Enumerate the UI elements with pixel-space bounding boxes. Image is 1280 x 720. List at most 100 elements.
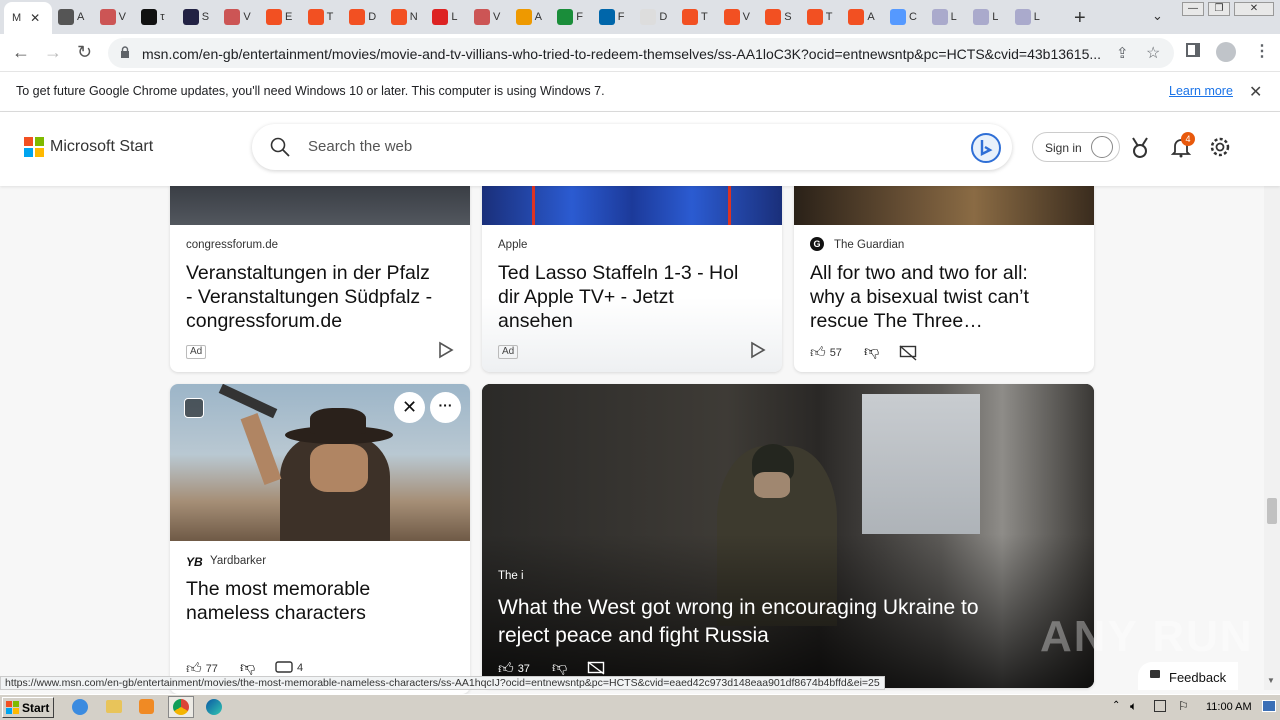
bookmark-star-icon[interactable]: ☆ [1146,43,1160,63]
action-center-flag-icon[interactable]: ⚐ [1178,699,1189,713]
background-tab[interactable]: T [307,4,334,30]
background-tab[interactable]: N [390,4,418,30]
sign-in-button[interactable]: Sign in [1032,132,1120,162]
chrome-taskbar-button[interactable] [168,696,194,718]
profile-avatar-icon[interactable] [1216,42,1236,62]
like-button[interactable]: 👍︎ 57 [810,344,842,362]
tab-favicon-icon [598,9,615,25]
comments-disabled-icon[interactable] [899,345,917,361]
internet-explorer-icon[interactable] [72,699,88,715]
feedback-button[interactable]: Feedback [1138,662,1238,690]
window-restore-button[interactable]: ❐ [1208,2,1230,16]
show-desktop-icon[interactable] [1262,700,1276,712]
background-tab[interactable]: S [182,4,209,30]
media-player-icon[interactable] [139,699,154,714]
tab-label: L [992,11,999,23]
dismiss-close-icon[interactable]: ✕ [394,392,425,423]
back-arrow-icon[interactable]: ← [12,42,30,63]
background-tab[interactable]: A [848,4,875,30]
news-card-nameless-characters[interactable]: ✕ ··· YB Yardbarker The most memorable na… [170,384,470,694]
settings-gear-icon[interactable] [1209,136,1231,158]
card-headline[interactable]: The most memorable nameless characters [186,577,466,625]
card-headline[interactable]: All for two and two for all: why a bisexu… [810,261,1090,333]
side-panel-icon[interactable] [1186,43,1200,57]
news-card-ukraine[interactable]: The i What the West got wrong in encoura… [482,384,1094,688]
background-tab[interactable]: V [224,4,251,30]
chrome-menu-icon[interactable]: ⋮ [1254,41,1270,61]
forward-arrow-icon[interactable]: → [44,42,62,63]
background-tab[interactable]: L [432,4,458,30]
reload-icon[interactable]: ↻ [77,42,92,63]
notification-count-badge: 4 [1181,132,1195,146]
tab-label: T [701,11,708,23]
tab-favicon-icon [973,9,990,25]
start-button[interactable]: Start [2,697,54,718]
tab-close-icon[interactable]: ✕ [30,11,40,25]
tab-label: T [326,11,334,23]
background-tab[interactable]: V [723,4,750,30]
card-source: Apple [498,239,528,251]
address-bar[interactable]: msn.com/en-gb/entertainment/movies/movie… [108,38,1174,68]
window-close-button[interactable]: ✕ [1234,2,1274,16]
tab-favicon-icon [349,9,366,25]
tab-favicon-icon [1014,9,1031,25]
file-explorer-icon[interactable] [106,700,122,713]
search-placeholder: Search the web [308,138,413,155]
background-tab[interactable]: T [682,4,708,30]
background-tab[interactable]: D [640,4,667,30]
background-tab[interactable]: T [806,4,833,30]
bing-chat-icon[interactable] [970,132,1002,164]
learn-more-link[interactable]: Learn more [1169,84,1233,98]
update-infobar: To get future Google Chrome updates, you… [0,72,1280,112]
volume-icon[interactable]: 🔈︎ [1130,699,1137,714]
more-options-icon[interactable]: ··· [430,392,461,423]
web-search-box[interactable]: Search the web [252,124,1012,170]
background-tab[interactable]: L [931,4,957,30]
infobar-close-icon[interactable]: ✕ [1249,82,1262,102]
page-scrollbar[interactable]: ▼ [1264,186,1280,690]
brand-name[interactable]: Microsoft Start [50,138,153,156]
thumbs-down-icon[interactable]: 👎︎ [240,659,255,677]
tray-expand-icon[interactable]: ⌃ [1112,700,1120,711]
card-headline[interactable]: Veranstaltungen in der Pfalz - Veranstalt… [186,261,466,333]
thumbs-down-icon[interactable]: 👎︎ [864,343,879,361]
card-headline[interactable]: What the West got wrong in encouraging U… [498,594,1088,650]
background-tab[interactable]: A [515,4,542,30]
background-tab[interactable]: S [765,4,792,30]
comments-disabled-icon[interactable] [587,661,605,675]
background-tab[interactable]: F [598,4,625,30]
card-headline[interactable]: Ted Lasso Staffeln 1-3 - Hol dir Apple TV… [498,261,778,333]
background-tab[interactable]: V [474,4,500,30]
rewards-medal-icon[interactable] [1128,136,1152,160]
taskbar-clock[interactable]: 11:00 AM [1206,701,1252,713]
scroll-down-arrow-icon[interactable]: ▼ [1267,676,1275,685]
background-tab[interactable]: D [349,4,376,30]
background-tab[interactable]: C [890,4,917,30]
microsoft-logo-icon[interactable] [24,137,44,157]
adchoices-play-icon[interactable] [437,341,455,359]
ad-card-apple[interactable]: Apple Ted Lasso Staffeln 1-3 - Hol dir Ap… [482,186,782,372]
background-tab[interactable]: A [58,4,84,30]
window-minimize-button[interactable]: — [1182,2,1204,16]
edge-icon[interactable] [206,699,222,715]
share-icon[interactable]: ⇪ [1116,44,1129,62]
comments-button[interactable]: 4 [275,661,303,675]
background-tab[interactable]: L [1014,4,1040,30]
tab-search-icon[interactable]: ⌄ [1152,8,1163,24]
background-tab[interactable]: E [266,4,292,30]
background-tab[interactable]: V [99,4,126,30]
background-tab[interactable]: F [557,4,583,30]
background-tab[interactable]: τ [141,4,165,30]
thumbs-down-icon[interactable]: 👎︎ [552,659,567,677]
scrollbar-thumb[interactable] [1267,498,1277,524]
news-card-guardian[interactable]: G The Guardian All for two and two for a… [794,186,1094,372]
tab-active-msn[interactable]: M ✕ [4,2,52,34]
sign-in-label: Sign in [1045,141,1082,155]
adchoices-play-icon[interactable] [749,341,767,359]
status-bar-url: https://www.msn.com/en-gb/entertainment/… [0,676,885,690]
new-tab-button[interactable]: + [1074,7,1086,30]
ad-card-congressforum[interactable]: congressforum.de Veranstaltungen in der … [170,186,470,372]
tab-label: F [617,11,625,23]
background-tab[interactable]: L [973,4,998,30]
network-icon[interactable] [1154,700,1166,712]
